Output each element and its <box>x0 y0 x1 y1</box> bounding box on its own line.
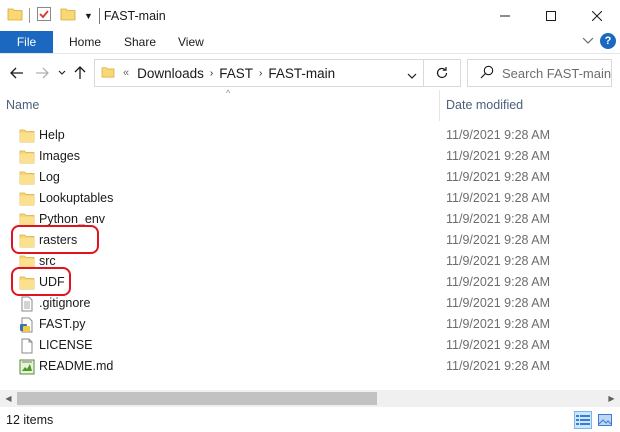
status-bar: 12 items <box>0 408 620 432</box>
scroll-right-icon[interactable]: ▶ <box>603 390 620 407</box>
file-name[interactable]: Python_env <box>39 212 105 226</box>
file-name[interactable]: Help <box>39 128 65 142</box>
window-controls <box>482 0 620 31</box>
minimize-button[interactable] <box>482 0 528 31</box>
view-toggle <box>574 411 614 429</box>
file-date-modified: 11/9/2021 9:28 AM <box>446 254 551 268</box>
chevron-right-icon[interactable]: › <box>259 68 262 79</box>
file-row[interactable]: Log 11/9/2021 9:28 AM <box>0 167 620 188</box>
tab-share[interactable]: Share <box>124 31 156 53</box>
breadcrumb-overflow[interactable]: « <box>123 67 129 79</box>
file-date-modified: 11/9/2021 9:28 AM <box>446 338 551 352</box>
recent-locations-icon[interactable] <box>56 54 68 91</box>
file-row[interactable]: src 11/9/2021 9:28 AM <box>0 251 620 272</box>
chevron-down-icon[interactable]: ▼ <box>84 11 93 21</box>
file-row[interactable]: Images 11/9/2021 9:28 AM <box>0 146 620 167</box>
python-file-icon <box>19 317 35 333</box>
file-name[interactable]: Lookuptables <box>39 191 113 205</box>
file-row[interactable]: UDF 11/9/2021 9:28 AM <box>0 267 620 296</box>
file-row[interactable]: .gitignore 11/9/2021 9:28 AM <box>0 293 620 314</box>
blank-file-icon <box>19 338 35 354</box>
search-icon <box>480 65 494 82</box>
folder-icon <box>101 66 115 81</box>
refresh-button[interactable] <box>424 59 461 87</box>
file-row[interactable]: Lookuptables 11/9/2021 9:28 AM <box>0 188 620 209</box>
horizontal-scrollbar[interactable]: ◀ ▶ <box>0 390 620 407</box>
text-file-icon <box>19 296 35 312</box>
column-header-date-modified[interactable]: Date modified <box>446 98 523 112</box>
file-date-modified: 11/9/2021 9:28 AM <box>446 170 551 184</box>
markdown-file-icon <box>19 359 35 375</box>
sort-ascending-icon: ^ <box>226 88 231 98</box>
breadcrumb-fast-main[interactable]: FAST-main <box>268 66 335 81</box>
close-button[interactable] <box>574 0 620 31</box>
column-header-name[interactable]: Name <box>6 98 39 112</box>
folder-icon <box>19 170 35 186</box>
file-date-modified: 11/9/2021 9:28 AM <box>446 275 551 289</box>
breadcrumb-downloads[interactable]: Downloads <box>137 66 204 81</box>
refresh-icon <box>436 67 448 79</box>
details-view-icon[interactable] <box>574 411 592 429</box>
file-date-modified: 11/9/2021 9:28 AM <box>446 233 551 247</box>
folder-icon <box>19 128 35 144</box>
file-date-modified: 11/9/2021 9:28 AM <box>446 128 551 142</box>
address-bar[interactable]: « Downloads › FAST › FAST-main <box>94 59 424 87</box>
red-highlight-annotation <box>11 267 71 296</box>
tab-file[interactable]: File <box>0 31 53 53</box>
new-folder-icon[interactable] <box>60 7 76 24</box>
file-row[interactable]: LICENSE 11/9/2021 9:28 AM <box>0 335 620 356</box>
tab-home[interactable]: Home <box>69 31 101 53</box>
file-row[interactable]: rasters 11/9/2021 9:28 AM <box>0 225 620 254</box>
column-divider[interactable] <box>439 90 440 121</box>
ribbon-right-controls: ? <box>582 33 616 49</box>
forward-arrow-icon[interactable] <box>33 54 51 91</box>
chevron-right-icon[interactable]: › <box>210 68 213 79</box>
navigation-bar: « Downloads › FAST › FAST-main Search FA… <box>0 53 620 90</box>
item-count: 12 items <box>6 413 54 427</box>
folder-icon <box>19 191 35 207</box>
title-bar: ▼ FAST-main <box>0 0 620 31</box>
file-name[interactable]: src <box>39 254 56 268</box>
file-date-modified: 11/9/2021 9:28 AM <box>446 191 551 205</box>
folder-icon[interactable] <box>7 7 23 24</box>
file-date-modified: 11/9/2021 9:28 AM <box>446 296 551 310</box>
maximize-button[interactable] <box>528 0 574 31</box>
ribbon-tabs: File Home Share View ? <box>0 31 620 53</box>
title-divider <box>98 7 100 24</box>
file-date-modified: 11/9/2021 9:28 AM <box>446 359 551 373</box>
file-name[interactable]: README.md <box>39 359 113 373</box>
file-name[interactable]: FAST.py <box>39 317 86 331</box>
toolbar-divider <box>29 8 30 23</box>
large-icons-view-icon[interactable] <box>596 411 614 429</box>
file-name[interactable]: Log <box>39 170 60 184</box>
address-dropdown-icon[interactable] <box>407 69 417 83</box>
expand-ribbon-icon[interactable] <box>582 34 594 48</box>
back-arrow-icon[interactable] <box>8 54 26 91</box>
file-date-modified: 11/9/2021 9:28 AM <box>446 212 551 226</box>
column-headers: ^ Name Date modified <box>0 88 620 121</box>
red-highlight-annotation <box>11 225 99 254</box>
quick-access-toolbar: ▼ <box>0 0 93 31</box>
search-placeholder: Search FAST-main <box>502 65 612 81</box>
file-name[interactable]: .gitignore <box>39 296 90 310</box>
properties-icon[interactable] <box>36 6 52 25</box>
tab-view[interactable]: View <box>178 31 204 53</box>
file-row[interactable]: FAST.py 11/9/2021 9:28 AM <box>0 314 620 335</box>
file-date-modified: 11/9/2021 9:28 AM <box>446 317 551 331</box>
search-input[interactable]: Search FAST-main <box>467 59 612 87</box>
file-name[interactable]: Images <box>39 149 80 163</box>
scrollbar-thumb[interactable] <box>17 392 377 405</box>
file-row[interactable]: Help 11/9/2021 9:28 AM <box>0 125 620 146</box>
window-title: FAST-main <box>103 8 166 23</box>
breadcrumb-fast[interactable]: FAST <box>219 66 253 81</box>
file-date-modified: 11/9/2021 9:28 AM <box>446 149 551 163</box>
help-icon[interactable]: ? <box>600 33 616 49</box>
scroll-left-icon[interactable]: ◀ <box>0 390 17 407</box>
file-row[interactable]: README.md 11/9/2021 9:28 AM <box>0 356 620 377</box>
folder-icon <box>19 149 35 165</box>
up-arrow-icon[interactable] <box>72 54 88 91</box>
file-name[interactable]: LICENSE <box>39 338 93 352</box>
